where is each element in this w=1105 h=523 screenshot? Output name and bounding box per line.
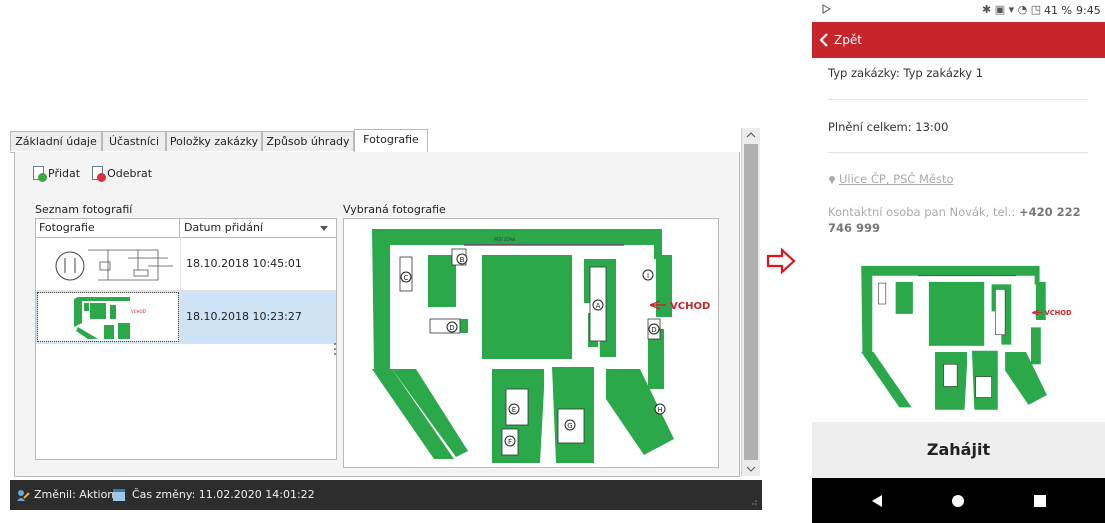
map-marker-d2: D <box>651 326 656 334</box>
tab-payment-method[interactable]: Způsob úhrady <box>262 131 354 151</box>
tab-order-items[interactable]: Položky zakázky <box>166 131 262 151</box>
splitter-grip-icon[interactable] <box>333 342 337 356</box>
photo-thumbnail-map: VCHOD <box>37 292 179 342</box>
map-marker-e: E <box>512 406 516 414</box>
map-marker-a: A <box>596 302 601 310</box>
address-text: Ulice ČP, PSČ Město <box>839 172 954 186</box>
add-document-icon <box>33 166 47 182</box>
scroll-up-icon[interactable] <box>742 128 760 142</box>
column-header-photo[interactable]: Fotografie <box>36 219 180 237</box>
address-link[interactable]: Ulice ČP, PSČ Město <box>828 172 954 186</box>
divider <box>828 99 1088 100</box>
map-marker-d: D <box>449 324 454 332</box>
map-marker-f: F <box>508 438 512 446</box>
selected-photo-title: Vybraná fotografie <box>343 203 446 216</box>
start-button-label: Zahájit <box>926 440 991 459</box>
back-label: Zpět <box>834 33 862 47</box>
status-icons: ✱ ▣ ▾ ◔ ◳ <box>982 3 1042 16</box>
svg-text:VCHOD: VCHOD <box>131 309 146 314</box>
changed-by-text: Změnil: Aktion <box>34 488 115 501</box>
location-pin-icon <box>829 176 835 184</box>
map-entrance-label-mobile: VCHOD <box>1044 309 1072 317</box>
resize-grip-icon[interactable] <box>748 480 758 522</box>
tab-bar: Základní údaje Účastníci Položky zakázky… <box>10 128 740 153</box>
photos-panel: Přidat Odebrat Seznam fotografií Vybraná… <box>14 152 740 477</box>
nav-recents-icon[interactable] <box>1033 494 1047 508</box>
sort-dropdown-icon[interactable] <box>320 226 328 231</box>
photo-list-title: Seznam fotografií <box>35 203 133 216</box>
contact-block: Kontaktní osoba pan Novák, tel.: +420 22… <box>828 204 1090 236</box>
start-button[interactable]: Zahájit <box>812 422 1105 478</box>
row-date: 18.10.2018 10:23:27 <box>186 310 302 323</box>
map-marker-c: C <box>404 274 409 282</box>
photo-thumbnail-diagram <box>38 240 178 288</box>
user-edit-icon <box>16 480 30 522</box>
selected-photo-preview: PĚŠÍ ZÓNA C B A I D D E F G H VCHOD <box>343 218 719 468</box>
remove-document-icon <box>92 166 107 182</box>
order-type-text: Typ zakázky: Typ zakázky 1 <box>828 66 984 80</box>
photo-list-header: Fotografie Datum přidání <box>36 219 336 238</box>
table-row-selected[interactable]: VCHOD 18.10.2018 10:23:27 <box>36 291 336 344</box>
row-date: 18.10.2018 10:45:01 <box>186 257 302 270</box>
contact-text: Kontaktní osoba pan Novák, tel.: <box>828 205 1019 219</box>
nav-back-icon[interactable] <box>870 494 884 508</box>
map-marker-g: G <box>567 422 572 430</box>
map-marker-i: I <box>647 272 649 280</box>
site-map-image: PĚŠÍ ZÓNA C B A I D D E F G H VCHOD <box>344 219 718 467</box>
chevron-left-icon <box>819 33 828 47</box>
map-zone-label: PĚŠÍ ZÓNA <box>494 237 516 242</box>
total-text: Plnění celkem: 13:00 <box>828 120 949 134</box>
column-divider <box>180 237 181 341</box>
divider <box>828 152 1088 153</box>
photo-toolbar: Přidat Odebrat <box>33 164 152 182</box>
desktop-window: Základní údaje Účastníci Položky zakázky… <box>10 128 762 510</box>
map-marker-b: B <box>460 256 465 264</box>
status-bar: Změnil: Aktion Čas změny: 11.02.2020 14:… <box>10 480 762 510</box>
vertical-scrollbar[interactable] <box>741 128 760 476</box>
app-bar: Zpět <box>812 22 1105 58</box>
right-arrow-icon <box>766 247 796 277</box>
remove-photo-label: Odebrat <box>107 166 153 180</box>
add-photo-label: Přidat <box>48 166 81 180</box>
map-marker-h: H <box>657 406 662 414</box>
map-entrance-label: VCHOD <box>670 301 710 312</box>
change-time-text: Čas změny: 11.02.2020 14:01:22 <box>132 488 315 501</box>
nav-home-icon[interactable] <box>951 494 965 508</box>
calendar-icon <box>112 480 126 522</box>
mobile-screen: ✱ ▣ ▾ ◔ ◳ 41 % 9:45 Zpět Typ zakázky: Ty… <box>812 0 1105 523</box>
battery-text: 41 % <box>1044 4 1072 17</box>
scrollbar-thumb[interactable] <box>744 144 758 460</box>
site-map-image-mobile: VCHOD <box>844 252 1074 420</box>
clock-text: 9:45 <box>1076 4 1101 17</box>
column-header-date-added[interactable]: Datum přidání <box>180 219 336 237</box>
android-nav-bar <box>812 478 1105 523</box>
photo-list: Fotografie Datum přidání 18.10.2018 10:4… <box>35 218 337 460</box>
remove-photo-button[interactable]: Odebrat <box>92 166 153 182</box>
tab-participants[interactable]: Účastníci <box>102 131 166 151</box>
scroll-down-icon[interactable] <box>742 462 760 476</box>
back-button[interactable]: Zpět <box>818 22 862 58</box>
column-header-date-label: Datum přidání <box>184 221 264 234</box>
play-icon <box>822 4 832 17</box>
add-photo-button[interactable]: Přidat <box>33 166 81 182</box>
android-status-bar: ✱ ▣ ▾ ◔ ◳ 41 % 9:45 <box>812 0 1105 22</box>
tab-basic-info[interactable]: Základní údaje <box>10 131 102 151</box>
tab-photos[interactable]: Fotografie <box>354 129 428 153</box>
table-row[interactable]: 18.10.2018 10:45:01 <box>36 238 336 291</box>
